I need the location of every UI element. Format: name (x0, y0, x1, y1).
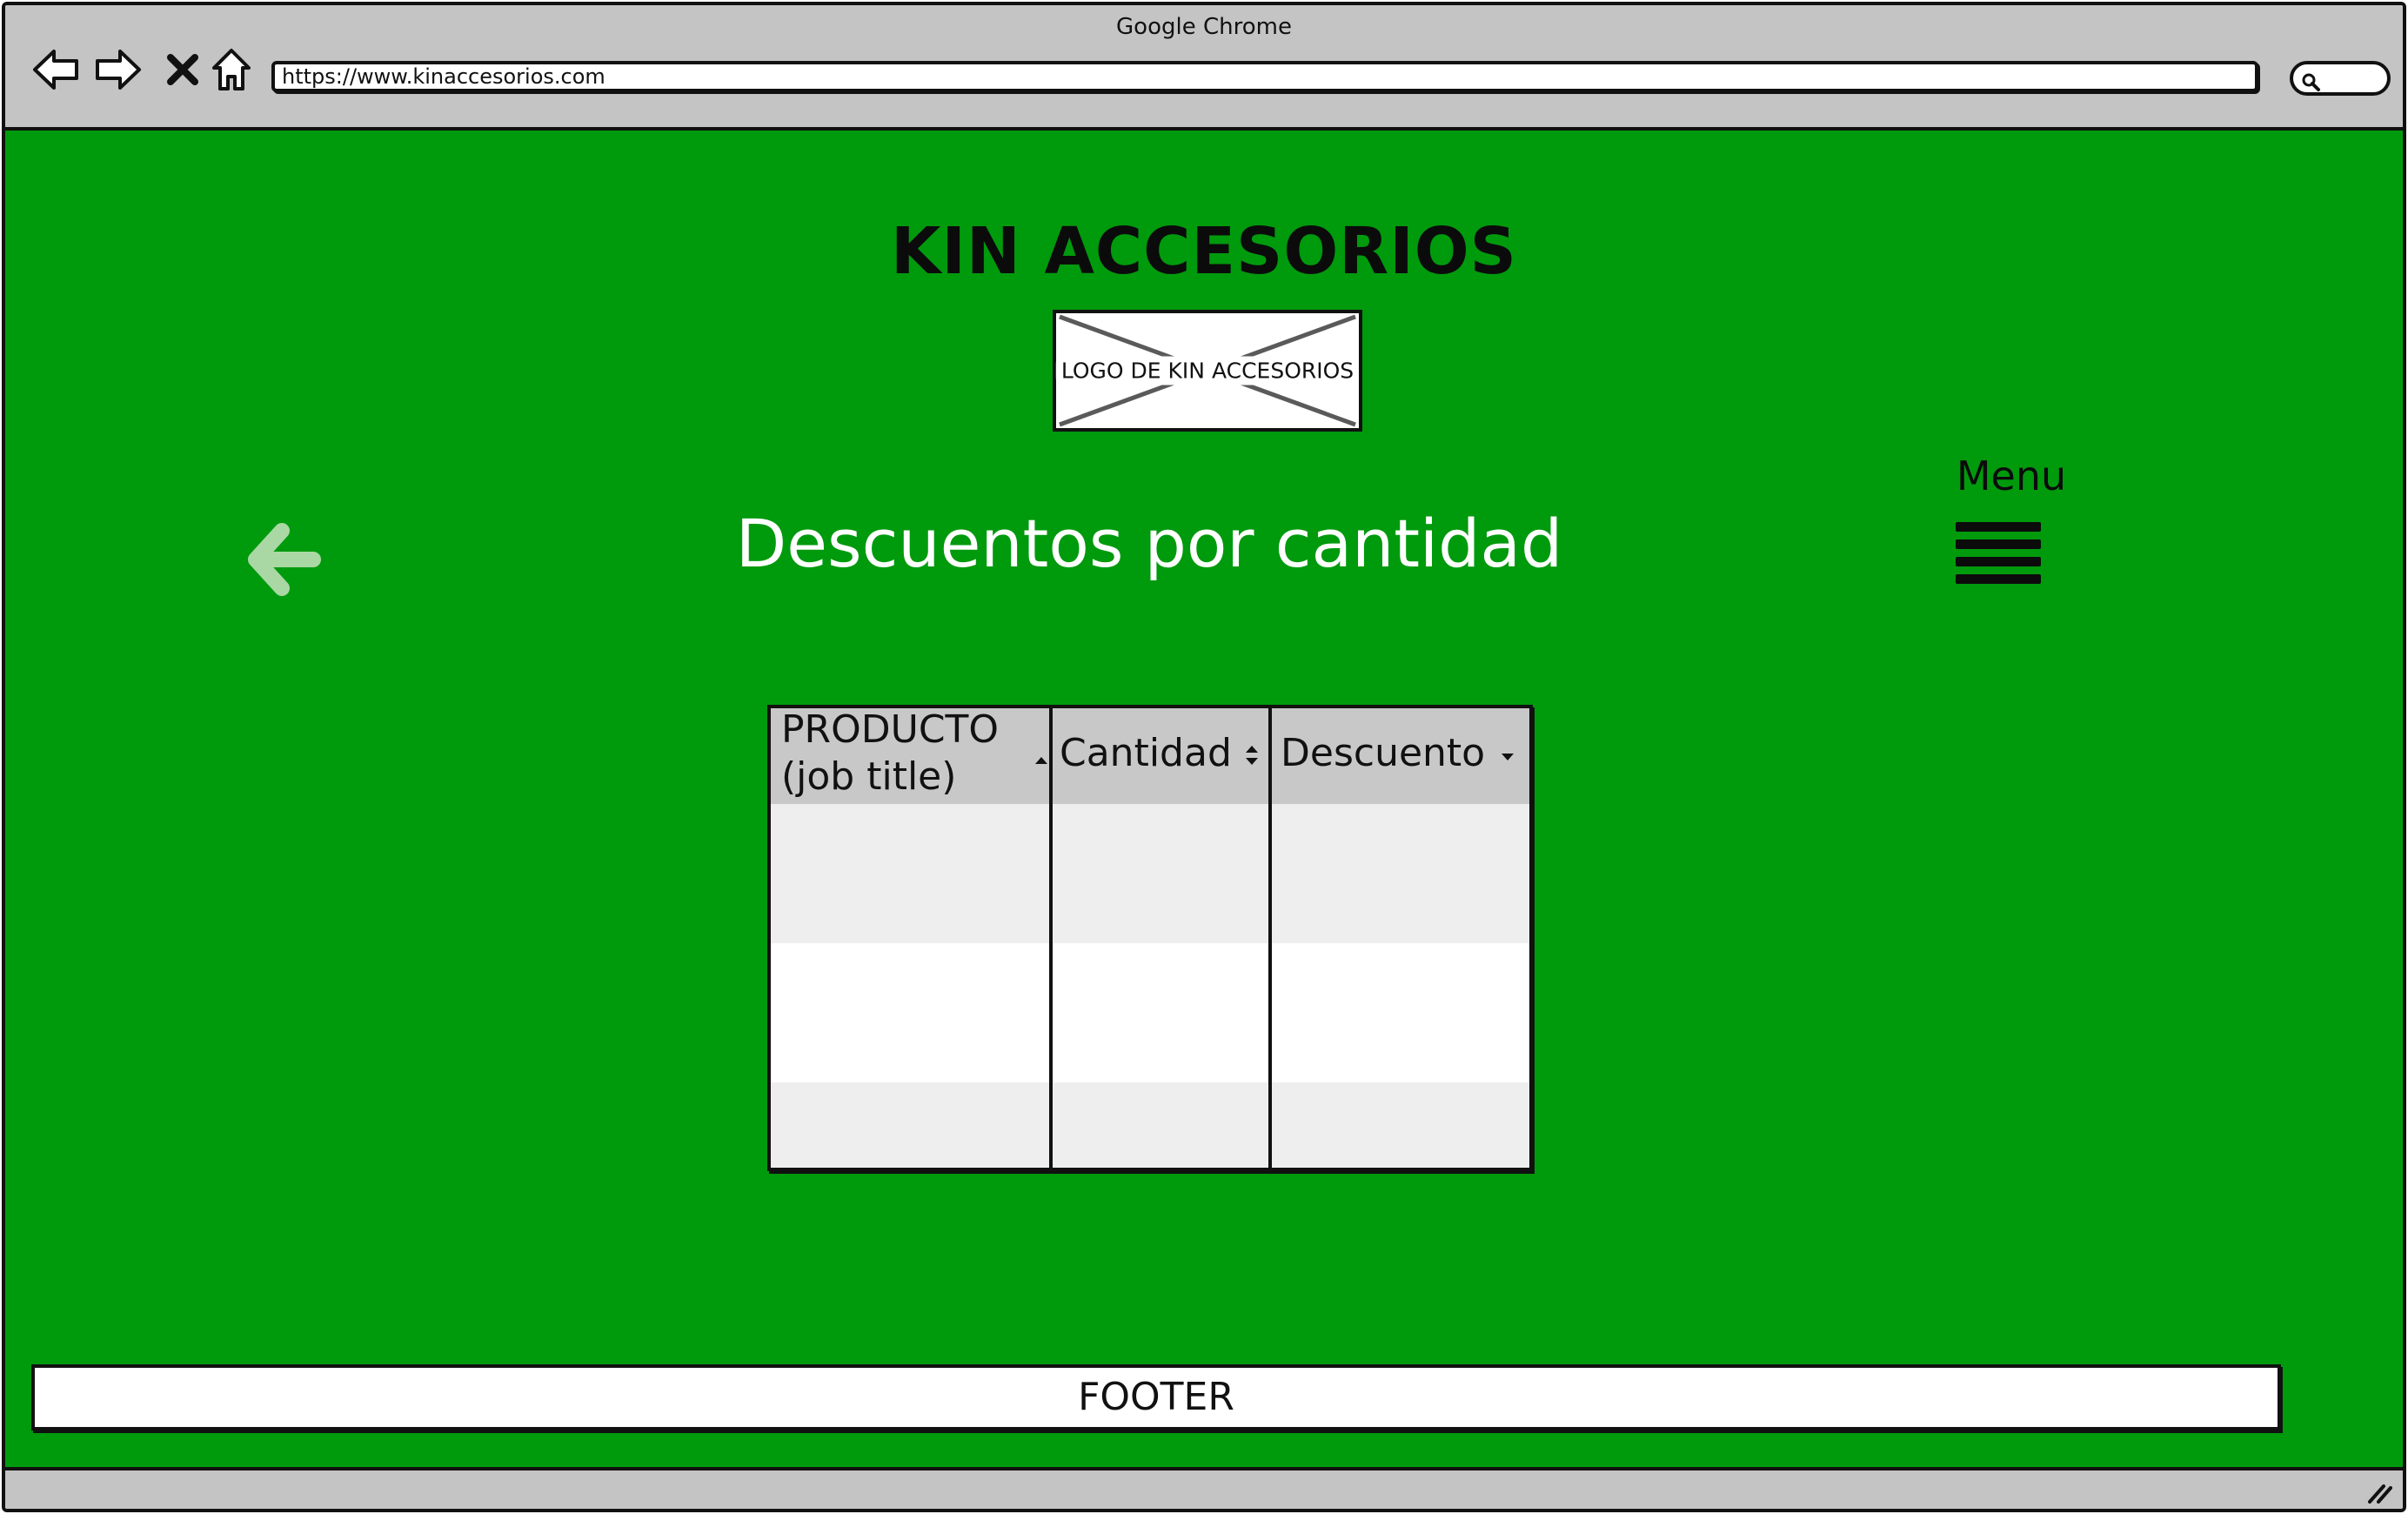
column-header-cantidad[interactable]: Cantidad (1058, 708, 1274, 804)
column-divider (1049, 708, 1053, 1168)
column-header-label: PRODUCTO (781, 707, 1000, 752)
hamburger-icon (1956, 522, 2041, 584)
table-row[interactable] (771, 804, 1529, 943)
column-header-descuento[interactable]: Descuento (1277, 708, 1533, 804)
menu-button[interactable] (1956, 520, 2041, 590)
brand-name: KIN ACCESORIOS (891, 214, 1517, 289)
logo-placeholder: LOGO DE KIN ACCESORIOS (1053, 310, 1362, 432)
browser-titlebar: Google Chrome https://www.kinaccesorios.… (5, 5, 2403, 131)
window-title: Google Chrome (1116, 14, 1292, 40)
column-header-producto[interactable]: PRODUCTO (job title) (779, 707, 1049, 804)
page-title: Descuentos por cantidad (735, 505, 1563, 582)
column-header-label: Cantidad (1060, 731, 1232, 775)
home-icon (212, 49, 251, 90)
left-arrow-icon (248, 523, 321, 596)
column-header-sublabel: (job title) (781, 754, 957, 799)
footer: FOOTER (31, 1364, 2281, 1430)
search-icon (2302, 73, 2320, 91)
browser-statusbar (5, 1467, 2403, 1509)
close-icon (167, 54, 198, 85)
back-arrow-icon (33, 50, 78, 90)
back-button[interactable] (30, 44, 82, 96)
page-content: KIN ACCESORIOS LOGO DE KIN ACCESORIOS De… (5, 131, 2403, 1467)
sort-both-icon (1246, 746, 1258, 765)
column-divider (1268, 708, 1272, 1168)
table-row[interactable] (771, 1082, 1529, 1168)
sort-descending-icon (1502, 754, 1514, 760)
discount-table: PRODUCTO (job title) Cantidad Descuento (767, 705, 1533, 1171)
forward-button[interactable] (92, 44, 144, 96)
home-button[interactable] (205, 44, 258, 96)
forward-arrow-icon (96, 50, 141, 90)
menu-label[interactable]: Menu (1942, 452, 2081, 499)
column-header-label: Descuento (1281, 731, 1486, 775)
logo-placeholder-label: LOGO DE KIN ACCESORIOS (1055, 356, 1360, 385)
back-link[interactable] (247, 522, 322, 600)
address-bar[interactable]: https://www.kinaccesorios.com (271, 61, 2258, 92)
stop-button[interactable] (157, 44, 209, 96)
sort-ascending-icon (1035, 757, 1047, 764)
browser-window: Google Chrome https://www.kinaccesorios.… (2, 2, 2406, 1512)
resize-grip-icon[interactable] (2366, 1481, 2392, 1504)
table-row[interactable] (771, 943, 1529, 1082)
browser-search-field[interactable] (2290, 61, 2391, 96)
